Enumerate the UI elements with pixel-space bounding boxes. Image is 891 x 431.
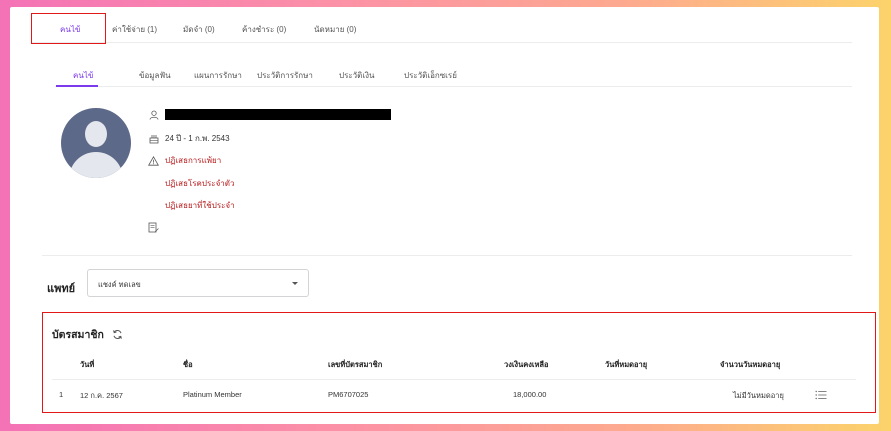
medication-row: ปฏิเสธยาที่ใช้ประจำ [165,199,235,212]
doctor-label: แพทย์ [47,282,76,295]
table-header-divider [52,379,856,380]
highlight-box-patient-tab [31,13,106,44]
col-card-number: เลขที่บัตรสมาชิก [328,360,383,369]
doctor-select[interactable]: แชงค์ ทดเลข [87,269,309,297]
row-balance: 18,000.00 [513,390,547,399]
subtab-payment-history[interactable]: ประวัติเงิน [339,69,374,82]
age-birthdate: 24 ปี - 1 ก.พ. 2543 [165,134,230,143]
birthday-cake-icon [148,133,159,144]
refresh-icon[interactable] [112,329,123,340]
subtab-dental-info[interactable]: ข้อมูลฟัน [139,69,171,82]
subtab-treatment-plan[interactable]: แผนการรักษา [194,69,242,82]
row-days-left: ไม่มีวันหมดอายุ [733,391,784,400]
top-tabs: คนไข้ ค่าใช้จ่าย (1) มัดจำ (0) ค้างชำระ … [32,13,852,43]
user-icon [148,109,159,120]
disease-text: ปฏิเสธโรคประจำตัว [165,179,235,188]
tab-appointments[interactable]: นัดหมาย (0) [314,23,356,36]
patient-panel: คนไข้ ค่าใช้จ่าย (1) มัดจำ (0) ค้างชำระ … [10,7,879,424]
divider [42,255,852,256]
list-menu-icon[interactable] [815,387,827,405]
subtab-treatment-history[interactable]: ประวัติการรักษา [257,69,313,82]
medication-text: ปฏิเสธยาที่ใช้ประจำ [165,201,235,210]
note-row [148,222,165,233]
tab-deposit[interactable]: มัดจำ (0) [183,23,215,36]
avatar [61,108,131,178]
membership-title: บัตรสมาชิก [52,329,104,341]
col-name: ชื่อ [183,360,193,369]
col-days-left: จำนวนวันหมดอายุ [720,360,781,369]
subtab-patient[interactable]: คนไข้ [73,69,93,82]
sub-tabs: คนไข้ ข้อมูลฟัน แผนการรักษา ประวัติการรั… [55,63,852,87]
patient-name-row [148,109,391,120]
row-number: 1 [59,390,64,399]
row-name: Platinum Member [183,390,242,399]
membership-title-row: บัตรสมาชิก [52,326,123,343]
col-balance: วงเงินคงเหลือ [504,360,549,369]
note-icon [148,222,159,233]
subtab-xray-history[interactable]: ประวัติเอ็กซเรย์ [404,69,457,82]
active-subtab-underline [56,85,98,87]
chevron-down-icon [292,282,298,285]
disease-row: ปฏิเสธโรคประจำตัว [165,177,234,190]
row-card-number: PM6707025 [328,390,369,399]
birthdate-row: 24 ปี - 1 ก.พ. 2543 [148,132,230,145]
col-expiry: วันที่หมดอายุ [605,360,648,369]
row-date: 12 ก.ค. 2567 [80,391,123,400]
membership-card-section: บัตรสมาชิก วันที่ ชื่อ เลขที่บัตรสมาชิก … [42,312,876,413]
tab-expenses[interactable]: ค่าใช้จ่าย (1) [112,23,157,36]
allergy-text: ปฏิเสธการแพ้ยา [165,156,222,165]
allergy-row: ปฏิเสธการแพ้ยา [148,154,221,167]
doctor-selected-value: แชงค์ ทดเลข [98,280,141,289]
warning-icon [148,155,159,166]
tab-outstanding[interactable]: ค้างชำระ (0) [242,23,286,36]
col-date: วันที่ [80,360,95,369]
redacted-name [165,109,391,120]
